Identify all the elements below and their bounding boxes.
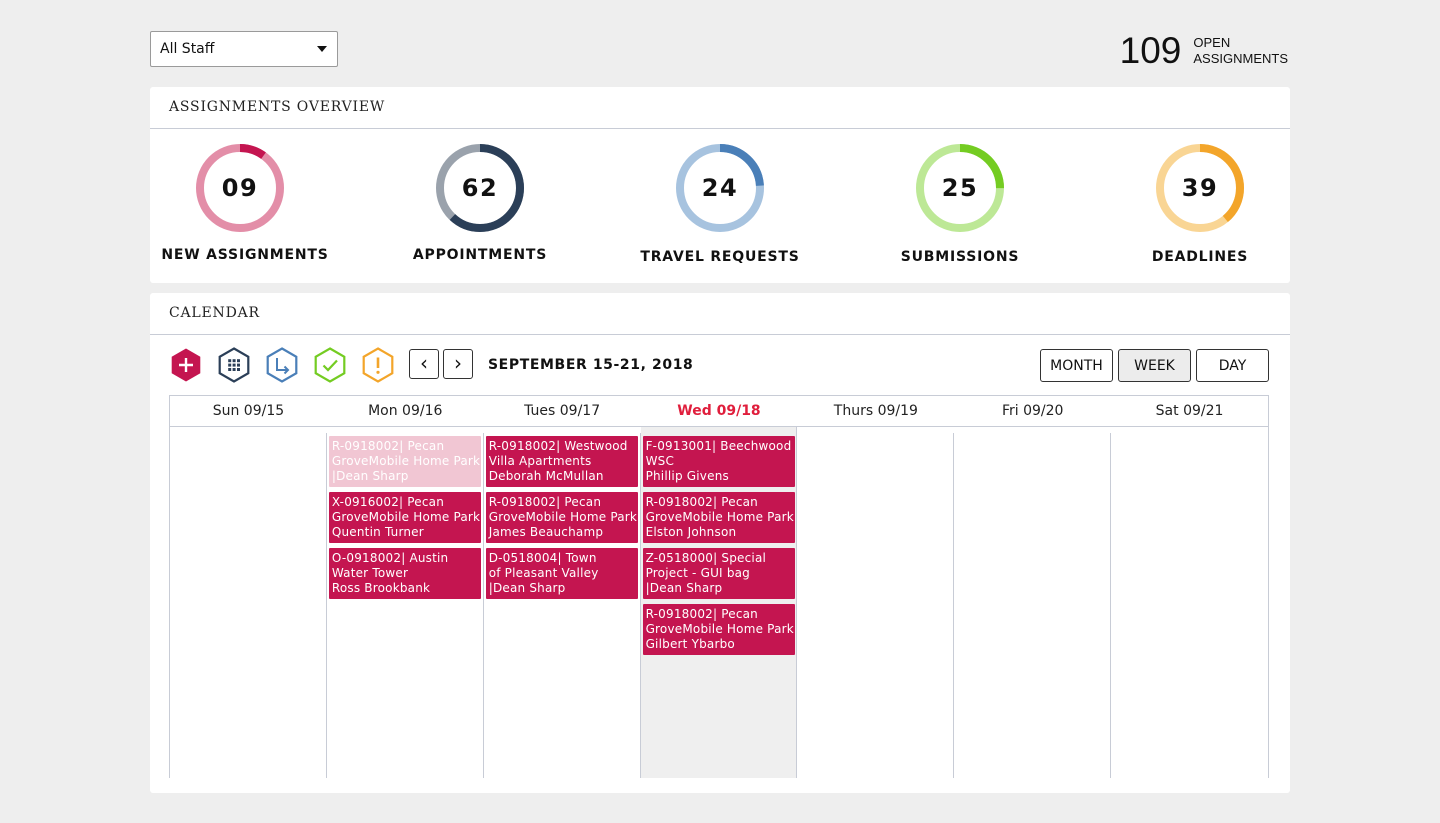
assignments-overview-panel: ASSIGNMENTS OVERVIEW 09 NEW ASSIGNMENTS 62… — [150, 87, 1290, 283]
event-line1: R-0918002| Pecan — [331, 439, 445, 453]
day-header[interactable]: Sat 09/21 — [1111, 396, 1268, 427]
day-header[interactable]: Sun 09/15 — [170, 396, 327, 427]
week-view-button[interactable]: WEEK — [1118, 349, 1191, 382]
calendar-event[interactable]: R-0918002| Pecan GroveMobile Home Park Gil… — [642, 604, 795, 655]
month-view-button[interactable]: MONTH — [1040, 349, 1113, 382]
event-line1: F-0913001| Beechwood — [645, 439, 792, 453]
event-line3: James Beauchamp — [488, 525, 604, 539]
event-line2: WSC — [645, 454, 675, 468]
all-assignments-button[interactable] — [216, 347, 252, 383]
calendar-event[interactable]: X-0916002| Pecan GroveMobile Home Park Que… — [328, 492, 481, 543]
event-line2: of Pleasant Valley — [488, 566, 599, 580]
event-line3: |Dean Sharp — [488, 581, 566, 595]
event-line2: GroveMobile Home Park — [645, 510, 794, 524]
event-line3: Ross Brookbank — [331, 581, 431, 595]
date-range-label: SEPTEMBER 15-21, 2018 — [488, 357, 694, 373]
event-line1: R-0918002| Pecan — [645, 607, 758, 621]
calendar-toolbar: ‹ › SEPTEMBER 15-21, 2018 MONTH WEEK DAY — [150, 347, 1290, 387]
event-line3: Phillip Givens — [645, 469, 729, 483]
calendar-event[interactable]: D-0518004| Town of Pleasant Valley |Dean S… — [485, 548, 638, 599]
stat-value: 62 — [461, 174, 499, 202]
add-icon — [171, 348, 201, 382]
travel-requests-button[interactable] — [264, 347, 300, 383]
week-grid: R-0918002| Pecan GroveMobile Home Park |De… — [169, 395, 1269, 778]
week-grid-header: Sun 09/15 Mon 09/16 Tues 09/17 Wed 09/18 Thu… — [170, 396, 1268, 427]
event-line2: GroveMobile Home Park — [488, 510, 638, 524]
stat-label: NEW ASSIGNMENTS — [161, 247, 329, 263]
calendar-event[interactable]: R-0918002| Pecan GroveMobile Home Park |De… — [328, 436, 481, 487]
open-assignments-counter: 109 OPEN ASSIGNMENTS — [1120, 31, 1288, 71]
open-assignments-label: OPEN ASSIGNMENTS — [1193, 35, 1288, 67]
staff-filter-select[interactable]: All Staff — [150, 31, 338, 67]
stat-value: 25 — [941, 174, 979, 202]
event-line1: Z-0518000| Special — [645, 551, 767, 565]
event-line2: Villa Apartments — [488, 454, 592, 468]
alert-icon — [362, 347, 394, 383]
event-line1: R-0918002| Westwood — [488, 439, 628, 453]
event-line3: Quentin Turner — [331, 525, 424, 539]
stat-label: DEADLINES — [1151, 249, 1249, 265]
day-header[interactable]: Wed 09/18 — [641, 396, 798, 427]
check-icon — [314, 347, 346, 383]
day-column[interactable] — [1111, 433, 1268, 778]
event-line1: O-0918002| Austin — [331, 551, 449, 565]
open-assignments-label-line2: ASSIGNMENTS — [1193, 51, 1288, 66]
day-column[interactable] — [797, 433, 955, 778]
event-line2: Project - GUI bag — [645, 566, 751, 580]
stat-value: 39 — [1181, 174, 1219, 202]
chevron-left-icon: ‹ — [420, 350, 428, 375]
open-assignments-label-line1: OPEN — [1193, 35, 1231, 50]
prev-week-button[interactable]: ‹ — [409, 349, 439, 379]
day-header[interactable]: Tues 09/17 — [484, 396, 641, 427]
overview-title: ASSIGNMENTS OVERVIEW — [150, 87, 1290, 129]
add-assignment-button[interactable] — [168, 347, 204, 383]
event-line1: R-0918002| Pecan — [645, 495, 758, 509]
calendar-event[interactable]: R-0918002| Pecan GroveMobile Home Park Els… — [642, 492, 795, 543]
chevron-right-icon: › — [454, 350, 462, 375]
event-line1: X-0916002| Pecan — [331, 495, 445, 509]
open-assignments-count: 109 — [1119, 30, 1182, 71]
chevron-down-icon — [317, 46, 327, 52]
event-line3: Elston Johnson — [645, 525, 737, 539]
calendar-event[interactable]: Z-0518000| Special Project - GUI bag |Dean… — [642, 548, 795, 599]
day-column[interactable] — [170, 433, 327, 778]
event-line1: R-0918002| Pecan — [488, 495, 602, 509]
calendar-title: CALENDAR — [150, 293, 1290, 335]
event-line3: Gilbert Ybarbo — [645, 637, 735, 651]
calendar-panel: CALENDAR ‹ › SEPTEMBER 15-21, 2018 MONTH… — [150, 293, 1290, 793]
day-header[interactable]: Fri 09/20 — [954, 396, 1111, 427]
calendar-event[interactable]: R-0918002| Westwood Villa Apartments Debor… — [485, 436, 638, 487]
deadlines-button[interactable] — [360, 347, 396, 383]
grid-icon — [218, 347, 250, 383]
next-week-button[interactable]: › — [443, 349, 473, 379]
event-line1: D-0518004| Town — [488, 551, 597, 565]
event-line2: GroveMobile Home Park — [645, 622, 794, 636]
redirect-arrow-icon — [266, 347, 298, 383]
event-line3: |Dean Sharp — [331, 469, 409, 483]
day-header[interactable]: Mon 09/16 — [327, 396, 484, 427]
day-column[interactable] — [954, 433, 1112, 778]
calendar-event[interactable]: F-0913001| Beechwood WSC Phillip Givens — [642, 436, 795, 487]
stat-value: 24 — [701, 174, 739, 202]
event-line2: GroveMobile Home Park — [331, 510, 481, 524]
stat-label: SUBMISSIONS — [900, 249, 1020, 265]
event-line2: Water Tower — [331, 566, 409, 580]
submissions-button[interactable] — [312, 347, 348, 383]
event-line2: GroveMobile Home Park — [331, 454, 481, 468]
calendar-event[interactable]: O-0918002| Austin Water Tower Ross Brookba… — [328, 548, 481, 599]
event-line3: Deborah McMullan — [488, 469, 604, 483]
day-header[interactable]: Thurs 09/19 — [797, 396, 954, 427]
day-view-button[interactable]: DAY — [1196, 349, 1269, 382]
staff-filter-value: All Staff — [160, 41, 215, 57]
calendar-event[interactable]: R-0918002| Pecan GroveMobile Home Park Jam… — [485, 492, 638, 543]
stat-label: TRAVEL REQUESTS — [640, 249, 800, 265]
stat-value: 09 — [221, 174, 259, 202]
event-line3: |Dean Sharp — [645, 581, 723, 595]
stat-label: APPOINTMENTS — [412, 247, 548, 263]
